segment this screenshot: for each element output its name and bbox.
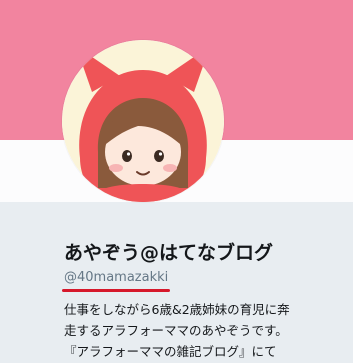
avatar[interactable] <box>62 40 224 202</box>
bio-line: 仕事をしながら6歳&2歳姉妹の育児に奔 <box>64 302 290 317</box>
handle-underline-annotation <box>62 289 170 292</box>
devil-hood-character-icon <box>62 40 224 202</box>
user-handle[interactable]: @40mamazakki <box>64 270 168 285</box>
profile-bio: 仕事をしながら6歳&2歳姉妹の育児に奔 走するアラフォーママのあやぞうです。 『… <box>64 299 349 362</box>
display-name[interactable]: あやぞう@はてなブログ <box>64 238 273 265</box>
bio-line: 走するアラフォーママのあやぞうです。 <box>64 323 288 338</box>
bio-line: 『アラフォーママの雑記ブログ』にて <box>64 344 277 359</box>
